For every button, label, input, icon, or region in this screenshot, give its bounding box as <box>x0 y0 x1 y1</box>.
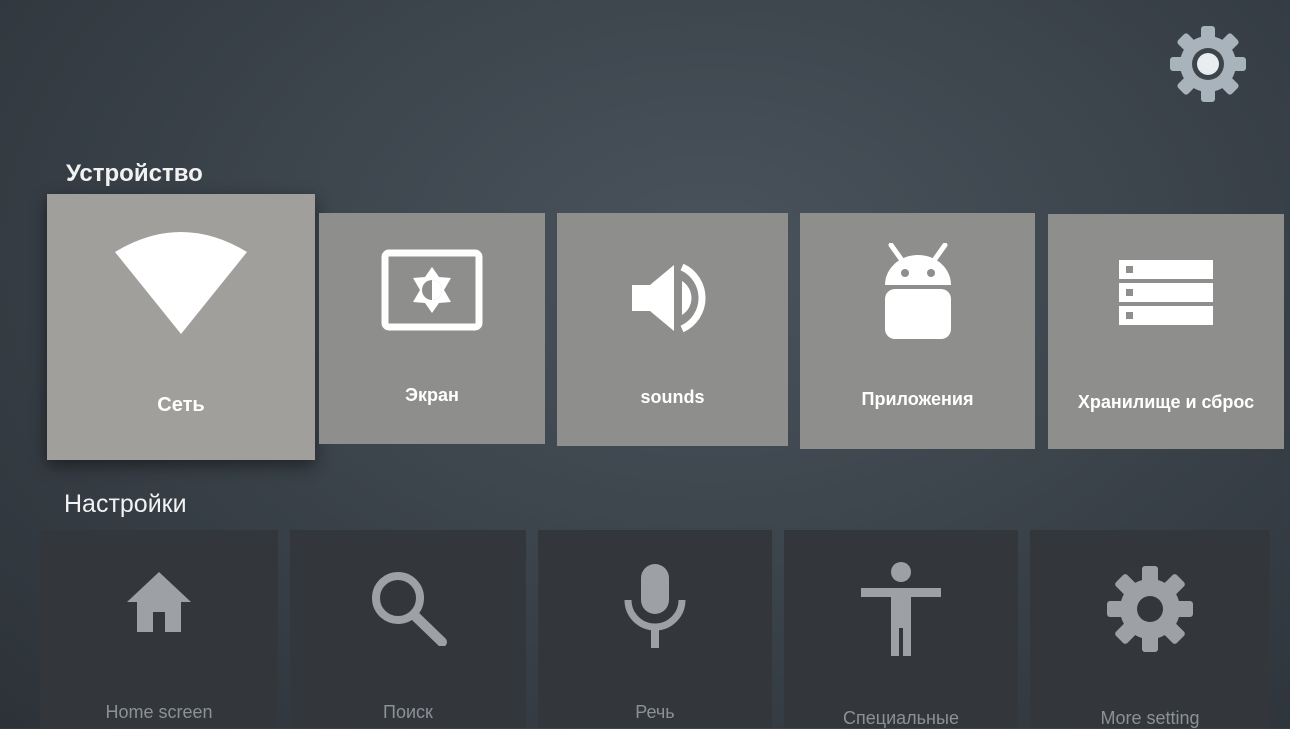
wifi-icon <box>47 230 315 334</box>
section-title-device: Устройство <box>66 160 203 187</box>
tile-label: Home screen <box>105 702 213 722</box>
tile-network[interactable]: Сеть <box>47 194 315 460</box>
accessibility-icon <box>784 562 1018 656</box>
tile-label: Речь <box>635 702 675 722</box>
search-icon <box>290 568 526 646</box>
tile-home-screen[interactable]: Home screen <box>40 530 278 728</box>
tile-screen[interactable]: Экран <box>319 213 545 444</box>
microphone-icon <box>538 564 772 648</box>
tile-label: Хранилище и сброс <box>1077 392 1255 412</box>
storage-icon <box>1048 260 1284 326</box>
tile-speech[interactable]: Речь <box>538 530 772 728</box>
tile-label: More setting <box>1100 708 1200 728</box>
section-title-settings: Настройки <box>64 490 187 518</box>
tile-accessibility[interactable]: Специальные <box>784 530 1018 728</box>
tile-sounds[interactable]: sounds <box>557 213 788 446</box>
tile-label: Поиск <box>383 702 433 722</box>
tile-label: Экран <box>405 385 459 405</box>
brightness-icon <box>319 249 545 331</box>
tile-label: sounds <box>640 387 705 407</box>
tile-storage[interactable]: Хранилище и сброс <box>1048 214 1284 449</box>
tile-label: Специальные <box>843 708 959 728</box>
gear-icon[interactable] <box>1166 22 1250 106</box>
volume-icon <box>557 263 788 333</box>
tile-more-settings[interactable]: More setting <box>1030 530 1270 728</box>
home-icon <box>40 572 278 632</box>
android-icon <box>800 243 1035 341</box>
tile-label: Приложения <box>861 389 974 409</box>
tile-search[interactable]: Поиск <box>290 530 526 728</box>
gear-icon <box>1030 564 1270 654</box>
tile-label: Сеть <box>157 394 205 416</box>
tile-apps[interactable]: Приложения <box>800 213 1035 449</box>
